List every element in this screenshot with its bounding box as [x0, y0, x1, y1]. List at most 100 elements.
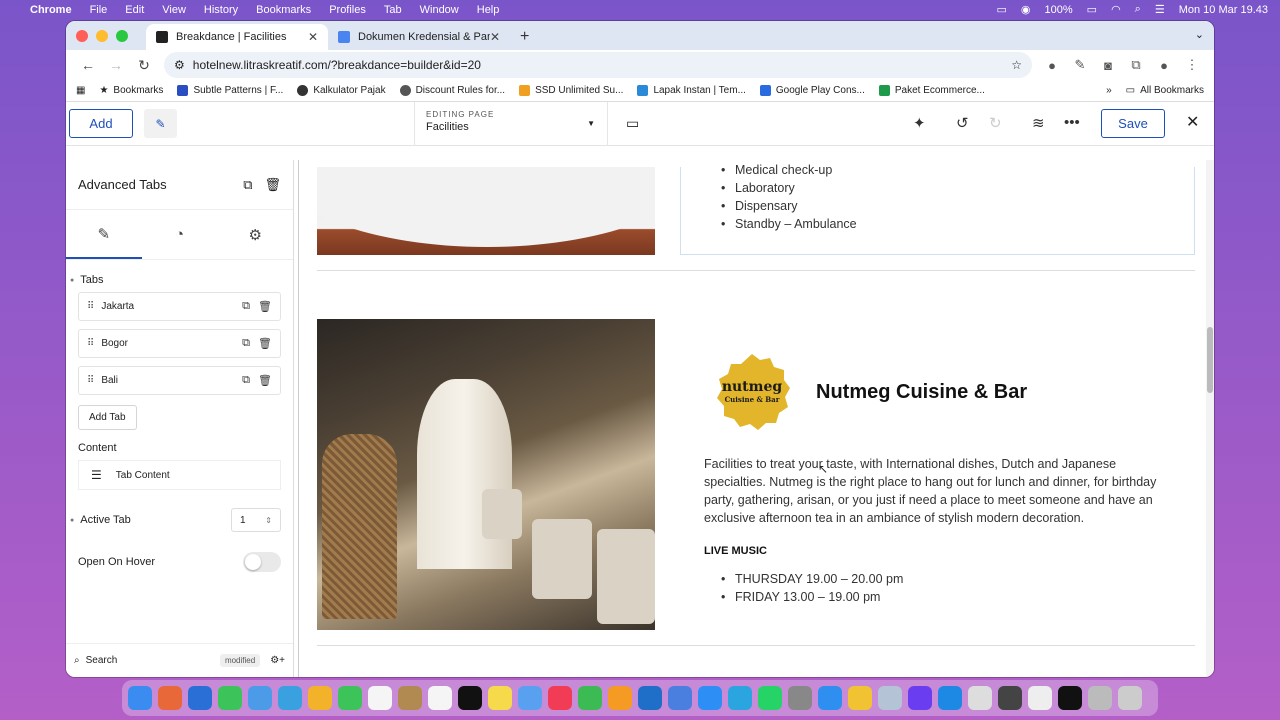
scrollbar-thumb[interactable] — [1207, 327, 1213, 393]
menu-bookmarks[interactable]: Bookmarks — [256, 4, 311, 16]
facility-image-1[interactable] — [317, 167, 655, 255]
pen-extension-icon[interactable]: ✎ — [1066, 57, 1094, 73]
address-bar[interactable]: ⚙ hotelnew.litraskreatif.com/?breakdance… — [164, 52, 1032, 78]
forward-icon[interactable]: → — [102, 57, 130, 73]
bookmark-item[interactable]: Discount Rules for... — [399, 85, 505, 96]
calendar-icon[interactable] — [368, 686, 392, 710]
tab-item-bogor[interactable]: ⠿ Bogor ⧉ 🗑 — [78, 329, 281, 358]
save-button[interactable]: Save — [1101, 109, 1165, 138]
url-text[interactable]: hotelnew.litraskreatif.com/?breakdance=b… — [193, 58, 1011, 72]
bookmark-item[interactable]: Lapak Instan | Tem... — [637, 85, 746, 96]
calculator-icon[interactable] — [998, 686, 1022, 710]
tab-dokumen[interactable]: Dokumen Kredensial & Pandu ✕ — [328, 24, 510, 50]
whatsapp-icon[interactable] — [758, 686, 782, 710]
tab-content-item[interactable]: ☰ Tab Content — [78, 460, 281, 490]
search-icon[interactable]: ⌕ — [74, 655, 80, 666]
tab-content-pencil-icon[interactable]: ✎ — [66, 210, 142, 259]
safari-icon[interactable] — [818, 686, 842, 710]
duplicate-icon[interactable]: ⧉ — [242, 300, 250, 313]
canva-icon[interactable] — [668, 686, 692, 710]
delete-icon[interactable]: 🗑 — [264, 177, 281, 193]
tab-breakdance[interactable]: Breakdance | Facilities ✕ — [146, 24, 328, 50]
desktop-device-icon[interactable]: ▭ — [626, 115, 639, 132]
redo-icon[interactable]: ↻ — [989, 114, 1002, 132]
menu-window[interactable]: Window — [420, 4, 459, 16]
camera-extension-icon[interactable]: ◙ — [1094, 58, 1122, 73]
more-bookmarks-icon[interactable]: » — [1106, 85, 1112, 96]
minimize-window-icon[interactable] — [96, 29, 108, 42]
bookmark-item[interactable]: SSD Unlimited Su... — [519, 85, 623, 96]
extension-icon[interactable]: ● — [1038, 58, 1066, 73]
photos-icon[interactable] — [308, 686, 332, 710]
drag-handle-icon[interactable]: ⠿ — [87, 338, 94, 349]
freeform-icon[interactable] — [518, 686, 542, 710]
maps-icon[interactable] — [278, 686, 302, 710]
all-bookmarks[interactable]: ▭ All Bookmarks — [1126, 85, 1204, 96]
maximize-window-icon[interactable] — [116, 29, 128, 42]
add-tab-button[interactable]: Add Tab — [78, 405, 137, 430]
tool-icon[interactable] — [938, 686, 962, 710]
edit-icon[interactable]: ✎ — [144, 109, 177, 138]
menu-tab[interactable]: Tab — [384, 4, 402, 16]
settings-gear-icon[interactable]: ⚙+ — [270, 655, 285, 666]
open-on-hover-toggle[interactable] — [243, 552, 281, 572]
downloads-icon[interactable] — [1088, 686, 1112, 710]
tab-item-jakarta[interactable]: ⠿ Jakarta ⧉ 🗑 — [78, 292, 281, 321]
menu-edit[interactable]: Edit — [125, 4, 144, 16]
reminders-icon[interactable] — [428, 686, 452, 710]
messages-icon[interactable] — [218, 686, 242, 710]
menu-help[interactable]: Help — [477, 4, 500, 16]
search-input[interactable]: Search — [86, 655, 220, 666]
delete-icon[interactable]: 🗑 — [258, 300, 272, 313]
chrome-icon[interactable] — [848, 686, 872, 710]
delete-icon[interactable]: 🗑 — [258, 374, 272, 387]
wifi-icon[interactable]: ◠ — [1111, 3, 1121, 16]
finder-icon[interactable] — [128, 686, 152, 710]
facetime-icon[interactable] — [338, 686, 362, 710]
menu-view[interactable]: View — [162, 4, 186, 16]
drag-handle-icon[interactable]: ⠿ — [87, 301, 94, 312]
textedit-icon[interactable] — [1028, 686, 1052, 710]
notes-brown-icon[interactable] — [398, 686, 422, 710]
telegram-icon[interactable] — [728, 686, 752, 710]
duplicate-icon[interactable]: ⧉ — [242, 337, 250, 350]
back-icon[interactable]: ← — [74, 57, 102, 73]
pages-icon[interactable] — [608, 686, 632, 710]
utility-icon[interactable] — [968, 686, 992, 710]
bookmark-item[interactable]: Paket Ecommerce... — [878, 85, 985, 96]
menu-file[interactable]: File — [90, 4, 108, 16]
menu-profiles[interactable]: Profiles — [329, 4, 366, 16]
screen-mirror-icon[interactable]: ▭ — [997, 3, 1007, 16]
tabs-section[interactable]: ● Tabs — [70, 274, 281, 286]
control-center-icon[interactable]: ☰ — [1155, 3, 1165, 16]
close-builder-icon[interactable]: ✕ — [1186, 112, 1199, 132]
tab-search-chevron-icon[interactable]: ⌄ — [1195, 28, 1204, 41]
duplicate-icon[interactable]: ⧉ — [242, 374, 250, 387]
outlook-icon[interactable] — [638, 686, 662, 710]
numbers-icon[interactable] — [578, 686, 602, 710]
new-tab-icon[interactable]: + — [510, 24, 539, 50]
close-tab-icon[interactable]: ✕ — [490, 30, 500, 44]
bookmark-star-icon[interactable]: ☆ — [1011, 58, 1022, 72]
site-info-icon[interactable]: ⚙ — [174, 58, 185, 72]
screenshot-icon[interactable] — [878, 686, 902, 710]
record-icon[interactable]: ◉ — [1021, 3, 1031, 16]
menu-app[interactable]: Chrome — [30, 4, 72, 16]
close-window-icon[interactable] — [76, 29, 88, 42]
ai-sparkle-icon[interactable]: ✦ — [913, 114, 926, 132]
editing-page-selector[interactable]: EDITING PAGE Facilities ▼ — [414, 102, 608, 146]
add-button[interactable]: Add — [69, 109, 133, 138]
bookmark-item[interactable]: Kalkulator Pajak — [297, 85, 386, 96]
bookmark-item[interactable]: Subtle Patterns | F... — [177, 85, 283, 96]
search-icon[interactable]: ⌕ — [1135, 3, 1141, 16]
delete-icon[interactable]: 🗑 — [258, 337, 272, 350]
duplicate-icon[interactable]: ⧉ — [243, 177, 252, 193]
close-tab-icon[interactable]: ✕ — [308, 30, 318, 44]
clock[interactable]: Mon 10 Mar 19.43 — [1179, 4, 1268, 16]
notes-icon[interactable] — [488, 686, 512, 710]
reload-icon[interactable]: ↻ — [130, 57, 158, 74]
profile-avatar[interactable]: ● — [1150, 58, 1178, 73]
stepper-icon[interactable]: ⇕ — [265, 516, 272, 525]
active-tab-input[interactable]: 1 ⇕ — [231, 508, 281, 532]
music-icon[interactable] — [548, 686, 572, 710]
